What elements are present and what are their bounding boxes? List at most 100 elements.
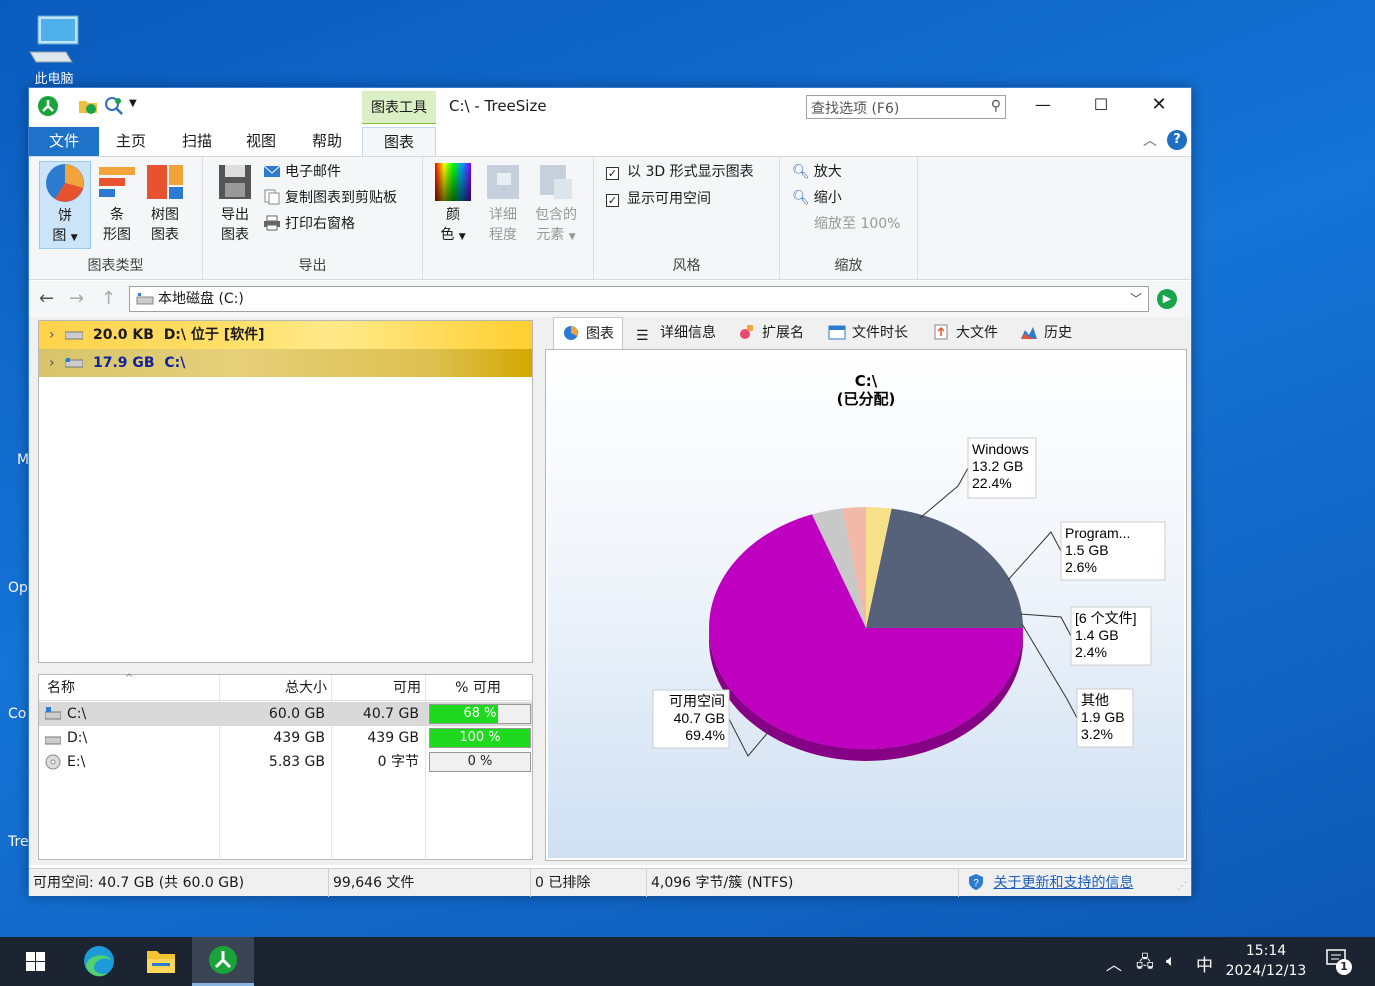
windows-logo-icon bbox=[26, 952, 45, 971]
email-icon bbox=[263, 165, 281, 177]
status-free-space: 可用空间: 40.7 GB (共 60.0 GB) bbox=[29, 869, 329, 897]
update-info-link-text[interactable]: 关于更新和支持的信息 bbox=[993, 875, 1133, 891]
treesize-app-icon[interactable] bbox=[37, 95, 59, 117]
tab-chart-view[interactable]: 图表 bbox=[553, 317, 623, 349]
tab-chart[interactable]: 图表 bbox=[362, 127, 436, 156]
collapse-ribbon-icon[interactable]: ︿ bbox=[1143, 130, 1157, 150]
tab-scan[interactable]: 扫描 bbox=[175, 127, 219, 156]
column-header-total[interactable]: 总大小 bbox=[219, 676, 327, 700]
update-info-link[interactable]: ? 关于更新和支持的信息 bbox=[963, 869, 1133, 897]
pie-label-text: 可用空间 bbox=[669, 693, 725, 709]
resize-grip-icon[interactable]: ⋰ bbox=[1177, 881, 1187, 892]
column-header-name[interactable]: 名称 bbox=[47, 676, 75, 700]
treemap-button[interactable]: 树图 图表 bbox=[141, 161, 189, 245]
drive-list: 名称 ^ 总大小 可用 % 可用 C:\ 60.0 GB 40.7 GB 68 … bbox=[38, 673, 533, 861]
ribbon: 饼 图 ▼ 条 形图 树图 图表 图表类型 导出 图表 电子邮件 复制图表到剪贴… bbox=[29, 156, 1191, 280]
group-label-export: 导出 bbox=[298, 258, 327, 274]
tab-view[interactable]: 视图 bbox=[239, 127, 283, 156]
pie-chart-icon bbox=[46, 164, 84, 202]
drive-name: E:\ bbox=[67, 754, 86, 770]
zoom-in-button[interactable]: 🔍︎ 放大 bbox=[792, 161, 842, 183]
print-pane-button[interactable]: 打印右窗格 bbox=[263, 213, 355, 235]
desktop-icon-this-pc[interactable]: 此电脑 bbox=[24, 12, 84, 87]
search-options-input[interactable]: 查找选项 (F6) ⚲ bbox=[806, 95, 1006, 119]
notifications-button[interactable]: 1 bbox=[1326, 949, 1352, 975]
show-3d-checkbox[interactable]: ✓ 以 3D 形式显示图表 bbox=[606, 161, 754, 183]
drive-name: D:\ bbox=[67, 730, 88, 746]
tab-label: 历史 bbox=[1044, 325, 1072, 341]
pie-chart[interactable]: C:\(已分配)Windows13.2 GB22.4%Program...1.5… bbox=[548, 352, 1184, 858]
tab-file[interactable]: 文件 bbox=[29, 127, 99, 156]
up-arrow-icon[interactable]: ↑ bbox=[101, 288, 116, 309]
taskbar-edge[interactable] bbox=[68, 937, 130, 986]
back-arrow-icon[interactable]: ← bbox=[39, 288, 54, 309]
tab-large-files[interactable]: 大文件 bbox=[932, 317, 998, 349]
free-percent-bar: 68 % bbox=[429, 704, 531, 724]
minimize-button[interactable]: — bbox=[1014, 88, 1072, 122]
contains-label-2: 元素 bbox=[536, 227, 565, 243]
contains-label-1: 包含的 bbox=[535, 207, 577, 223]
zoom-100-button[interactable]: 缩放至 100% bbox=[814, 213, 900, 235]
sort-ascending-icon: ^ bbox=[125, 673, 134, 684]
chevron-right-icon[interactable]: › bbox=[49, 321, 55, 349]
ribbon-group-export: 导出 图表 电子邮件 复制图表到剪贴板 打印右窗格 导出 bbox=[203, 157, 423, 279]
shield-help-icon: ? bbox=[969, 874, 983, 890]
status-bar: 可用空间: 40.7 GB (共 60.0 GB) 99,646 文件 0 已排… bbox=[29, 868, 1191, 897]
search-files-icon[interactable] bbox=[103, 95, 125, 117]
go-play-icon[interactable]: ▶ bbox=[1157, 289, 1177, 309]
network-icon[interactable]: 🖧 bbox=[1136, 951, 1154, 978]
pie-chart-button[interactable]: 饼 图 ▼ bbox=[39, 161, 91, 249]
tab-history[interactable]: 历史 bbox=[1020, 317, 1072, 349]
scan-folder-icon[interactable] bbox=[77, 95, 99, 117]
chevron-right-icon[interactable]: › bbox=[49, 349, 55, 377]
column-header-pct-free[interactable]: % 可用 bbox=[425, 676, 531, 700]
help-icon[interactable]: ? bbox=[1167, 130, 1187, 150]
ime-indicator[interactable]: 中 bbox=[1196, 951, 1213, 976]
quick-access-dropdown-icon[interactable]: ▼ bbox=[129, 98, 137, 109]
contained-elements-button[interactable]: 包含的 元素 ▼ bbox=[527, 161, 585, 247]
zoom-out-label: 缩小 bbox=[813, 190, 842, 206]
clock[interactable]: 15:14 2024/12/13 bbox=[1218, 941, 1314, 981]
close-button[interactable]: ✕ bbox=[1130, 88, 1188, 122]
taskbar: ︿ 🖧 🔈︎ 中 15:14 2024/12/13 1 bbox=[0, 937, 1375, 986]
show-free-space-checkbox[interactable]: ✓ 显示可用空间 bbox=[606, 188, 711, 210]
ribbon-tab-row: 文件 主页 扫描 视图 帮助 图表 ︿ ? bbox=[29, 124, 1191, 156]
extensions-icon bbox=[740, 325, 753, 339]
tab-home[interactable]: 主页 bbox=[109, 127, 153, 156]
volume-icon[interactable]: 🔈︎ bbox=[1166, 951, 1176, 971]
address-input[interactable]: 本地磁盘 (C:) ﹀ bbox=[129, 286, 1149, 312]
show-hidden-icons-icon[interactable]: ︿ bbox=[1106, 951, 1122, 975]
edge-browser-icon bbox=[84, 946, 114, 977]
start-button[interactable] bbox=[4, 937, 66, 986]
tree-row[interactable]: › 20.0 KB D:\ 位于 [软件] bbox=[39, 321, 532, 349]
tab-help[interactable]: 帮助 bbox=[305, 127, 349, 156]
export-chart-button[interactable]: 导出 图表 bbox=[211, 161, 259, 245]
copy-chart-button[interactable]: 复制图表到剪贴板 bbox=[263, 187, 397, 209]
address-bar-row: ← → ↑ 本地磁盘 (C:) ﹀ ▶ bbox=[29, 281, 1191, 317]
zoom-out-button[interactable]: 🔍︎ 缩小 bbox=[792, 187, 842, 209]
cd-drive-icon bbox=[45, 754, 61, 770]
tree-row[interactable]: › 17.9 GB C:\ bbox=[39, 349, 532, 377]
tab-file-age[interactable]: 文件时长 bbox=[828, 317, 908, 349]
clock-date: 2024/12/13 bbox=[1225, 963, 1307, 979]
tab-details[interactable]: ☰ 详细信息 bbox=[636, 317, 716, 349]
main-content: › 20.0 KB D:\ 位于 [软件] › 17.9 GB C:\ 名称 ^… bbox=[29, 317, 1191, 865]
chevron-down-icon[interactable]: ﹀ bbox=[1130, 287, 1142, 311]
maximize-button[interactable]: ☐ bbox=[1072, 88, 1130, 122]
email-button[interactable]: 电子邮件 bbox=[263, 161, 341, 183]
pie-chart-icon bbox=[564, 326, 578, 340]
detail-level-button[interactable]: 详细 程度 bbox=[479, 161, 527, 245]
ribbon-group-style: ✓ 以 3D 形式显示图表 ✓ 显示可用空间 风格 bbox=[594, 157, 780, 279]
pie-label-text: 13.2 GB bbox=[972, 458, 1023, 474]
forward-arrow-icon[interactable]: → bbox=[69, 288, 84, 309]
tab-label: 大文件 bbox=[956, 325, 998, 341]
colors-button[interactable]: 颜 色 ▼ bbox=[429, 161, 477, 247]
pie-label-callout: Windows13.2 GB22.4% bbox=[919, 437, 1037, 519]
column-header-free[interactable]: 可用 bbox=[331, 676, 421, 700]
tab-extensions[interactable]: 扩展名 bbox=[738, 317, 804, 349]
taskbar-file-explorer[interactable] bbox=[130, 937, 192, 986]
taskbar-treesize[interactable] bbox=[192, 937, 254, 986]
zoom-in-icon: 🔍︎ bbox=[792, 164, 810, 180]
pie-label-1: 饼 bbox=[58, 208, 72, 224]
bar-chart-button[interactable]: 条 形图 bbox=[93, 161, 141, 245]
